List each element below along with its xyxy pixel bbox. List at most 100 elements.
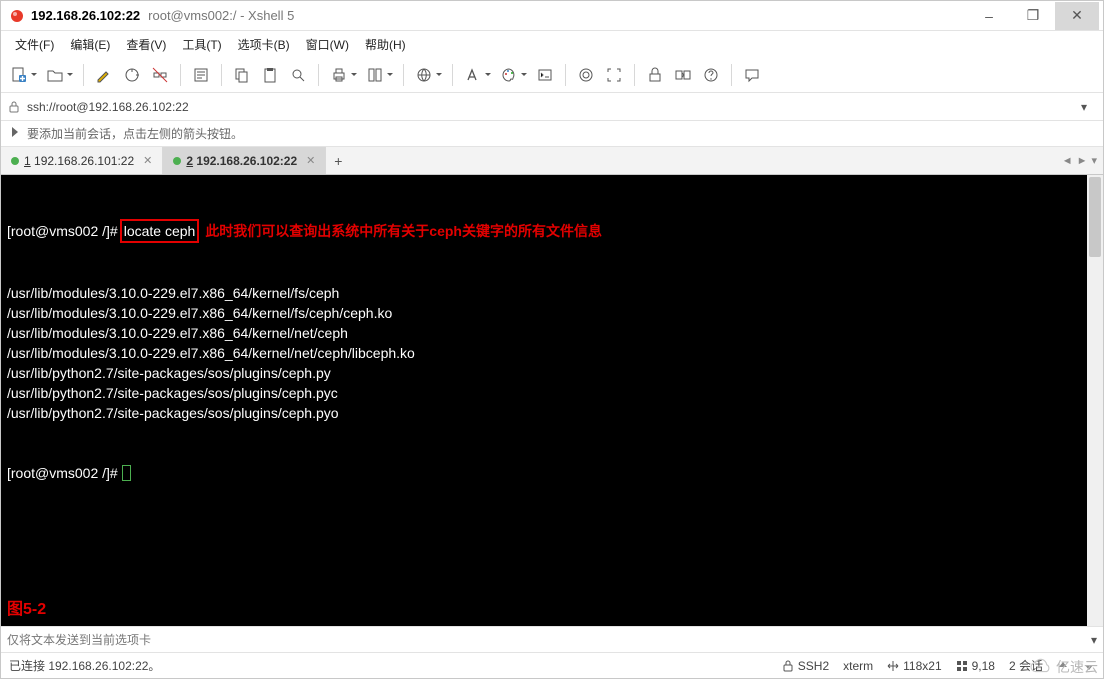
properties-icon[interactable] — [189, 63, 213, 87]
status-dot-icon — [173, 157, 181, 165]
terminal-line: /usr/lib/modules/3.10.0-229.el7.x86_64/k… — [7, 323, 1097, 343]
status-protocol: SSH2 — [782, 659, 829, 673]
cloud-icon: ℯ — [1028, 658, 1052, 676]
terminal-line: /usr/lib/python2.7/site-packages/sos/plu… — [7, 403, 1097, 423]
status-connection: 已连接 192.168.26.102:22。 — [9, 657, 160, 674]
address-dropdown-icon[interactable]: ▾ — [1081, 100, 1097, 114]
window-title-main: 192.168.26.102:22 — [31, 8, 140, 23]
window-title-sub: root@vms002:/ - Xshell 5 — [148, 8, 294, 23]
toolbar-separator — [452, 64, 453, 86]
toolbar — [1, 57, 1103, 93]
address-text: ssh://root@192.168.26.102:22 — [27, 100, 189, 114]
app-icon — [9, 8, 25, 24]
new-file-icon[interactable] — [7, 63, 31, 87]
globe-icon[interactable] — [412, 63, 436, 87]
terminal-content: [root@vms002 /]# locate ceph 此时我们可以查询出系统… — [1, 175, 1103, 527]
lock-icon[interactable] — [643, 63, 667, 87]
svg-text:ℯ: ℯ — [1037, 665, 1041, 671]
tab-close-icon[interactable]: ✕ — [143, 154, 152, 167]
comment-icon[interactable] — [740, 63, 764, 87]
tab-close-icon[interactable]: ✕ — [306, 154, 315, 167]
session-tab-row: 1 192.168.26.101:22 ✕ 2 192.168.26.102:22 ✕… — [1, 147, 1103, 175]
toolbar-separator — [83, 64, 84, 86]
session-tab[interactable]: 1 192.168.26.101:22 ✕ — [1, 147, 163, 174]
terminal-cursor — [122, 465, 131, 481]
menu-item[interactable]: 窗口(W) — [298, 33, 357, 56]
send-bar-dropdown-icon[interactable]: ▾ — [1091, 633, 1097, 647]
status-cursor: 9,18 — [956, 659, 995, 673]
disconnect-icon[interactable] — [148, 63, 172, 87]
app-window: 192.168.26.102:22 root@vms002:/ - Xshell… — [0, 0, 1104, 679]
status-bar: 已连接 192.168.26.102:22。 SSH2 xterm 118x21… — [1, 652, 1103, 678]
menu-item[interactable]: 编辑(E) — [62, 33, 118, 56]
lock-icon — [7, 100, 21, 114]
menu-item[interactable]: 工具(T) — [174, 33, 229, 56]
terminal-scrollbar[interactable] — [1087, 175, 1103, 626]
address-bar[interactable]: ssh://root@192.168.26.102:22 ▾ — [1, 93, 1103, 121]
add-session-arrow-icon[interactable] — [7, 125, 21, 142]
print-icon[interactable] — [327, 63, 351, 87]
menu-bar: 文件(F)编辑(E)查看(V)工具(T)选项卡(B)窗口(W)帮助(H) — [1, 31, 1103, 57]
figure-label: 图5-2 — [7, 600, 46, 620]
columns-icon[interactable] — [363, 63, 387, 87]
resize-icon — [887, 660, 899, 672]
palette-icon[interactable] — [497, 63, 521, 87]
help-icon[interactable] — [699, 63, 723, 87]
toolbar-separator — [731, 64, 732, 86]
toolbar-separator — [565, 64, 566, 86]
terminal-icon[interactable] — [533, 63, 557, 87]
tab-nav: ◄ ► ▾ — [1056, 147, 1103, 174]
minimize-button[interactable]: – — [967, 2, 1011, 30]
tab-next-icon[interactable]: ► — [1077, 155, 1088, 167]
close-button[interactable]: ✕ — [1055, 2, 1099, 30]
menu-item[interactable]: 查看(V) — [118, 33, 174, 56]
fullscreen-icon[interactable] — [602, 63, 626, 87]
tab-list-icon[interactable]: ▾ — [1091, 154, 1097, 167]
title-bar: 192.168.26.102:22 root@vms002:/ - Xshell… — [1, 1, 1103, 31]
command-highlight: locate ceph — [120, 219, 200, 243]
transfer-icon[interactable] — [671, 63, 695, 87]
reconnect-icon[interactable] — [120, 63, 144, 87]
maximize-button[interactable]: ❐ — [1011, 2, 1055, 30]
toolbar-separator — [318, 64, 319, 86]
prompt-1: [root@vms002 /]# — [7, 221, 118, 241]
toolbar-separator — [634, 64, 635, 86]
menu-item[interactable]: 帮助(H) — [357, 33, 414, 56]
tab-prev-icon[interactable]: ◄ — [1062, 155, 1073, 167]
toolbar-separator — [221, 64, 222, 86]
annotation-text: 此时我们可以查询出系统中所有关于ceph关键字的所有文件信息 — [205, 221, 602, 241]
grid-icon — [956, 660, 968, 672]
info-bar: 要添加当前会话，点击左侧的箭头按钮。 — [1, 121, 1103, 147]
status-dot-icon — [11, 157, 19, 165]
lock-icon — [782, 660, 794, 672]
menu-item[interactable]: 文件(F) — [7, 33, 62, 56]
status-size: 118x21 — [887, 659, 941, 673]
open-folder-icon[interactable] — [43, 63, 67, 87]
paste-icon[interactable] — [258, 63, 282, 87]
send-bar-placeholder: 仅将文本发送到当前选项卡 — [7, 631, 151, 648]
menu-item[interactable]: 选项卡(B) — [230, 33, 298, 56]
tab-label: 1 192.168.26.101:22 — [24, 154, 134, 168]
terminal-line: /usr/lib/modules/3.10.0-229.el7.x86_64/k… — [7, 303, 1097, 323]
script-icon[interactable] — [574, 63, 598, 87]
terminal-line: /usr/lib/python2.7/site-packages/sos/plu… — [7, 383, 1097, 403]
toolbar-separator — [403, 64, 404, 86]
pencil-icon[interactable] — [92, 63, 116, 87]
toolbar-separator — [180, 64, 181, 86]
status-termtype: xterm — [843, 659, 873, 673]
terminal[interactable]: [root@vms002 /]# locate ceph 此时我们可以查询出系统… — [1, 175, 1103, 626]
add-tab-button[interactable]: + — [326, 147, 350, 174]
scrollbar-thumb[interactable] — [1089, 177, 1101, 257]
info-text: 要添加当前会话，点击左侧的箭头按钮。 — [27, 125, 243, 142]
terminal-line: /usr/lib/modules/3.10.0-229.el7.x86_64/k… — [7, 343, 1097, 363]
copy-icon[interactable] — [230, 63, 254, 87]
session-tab[interactable]: 2 192.168.26.102:22 ✕ — [163, 147, 326, 174]
terminal-line: /usr/lib/modules/3.10.0-229.el7.x86_64/k… — [7, 283, 1097, 303]
prompt-2: [root@vms002 /]# — [7, 463, 122, 483]
search-icon[interactable] — [286, 63, 310, 87]
send-bar[interactable]: 仅将文本发送到当前选项卡 ▾ — [1, 626, 1103, 652]
font-icon[interactable] — [461, 63, 485, 87]
terminal-line: /usr/lib/python2.7/site-packages/sos/plu… — [7, 363, 1097, 383]
watermark: ℯ 亿速云 — [1028, 657, 1098, 677]
tab-label: 2 192.168.26.102:22 — [186, 154, 297, 168]
